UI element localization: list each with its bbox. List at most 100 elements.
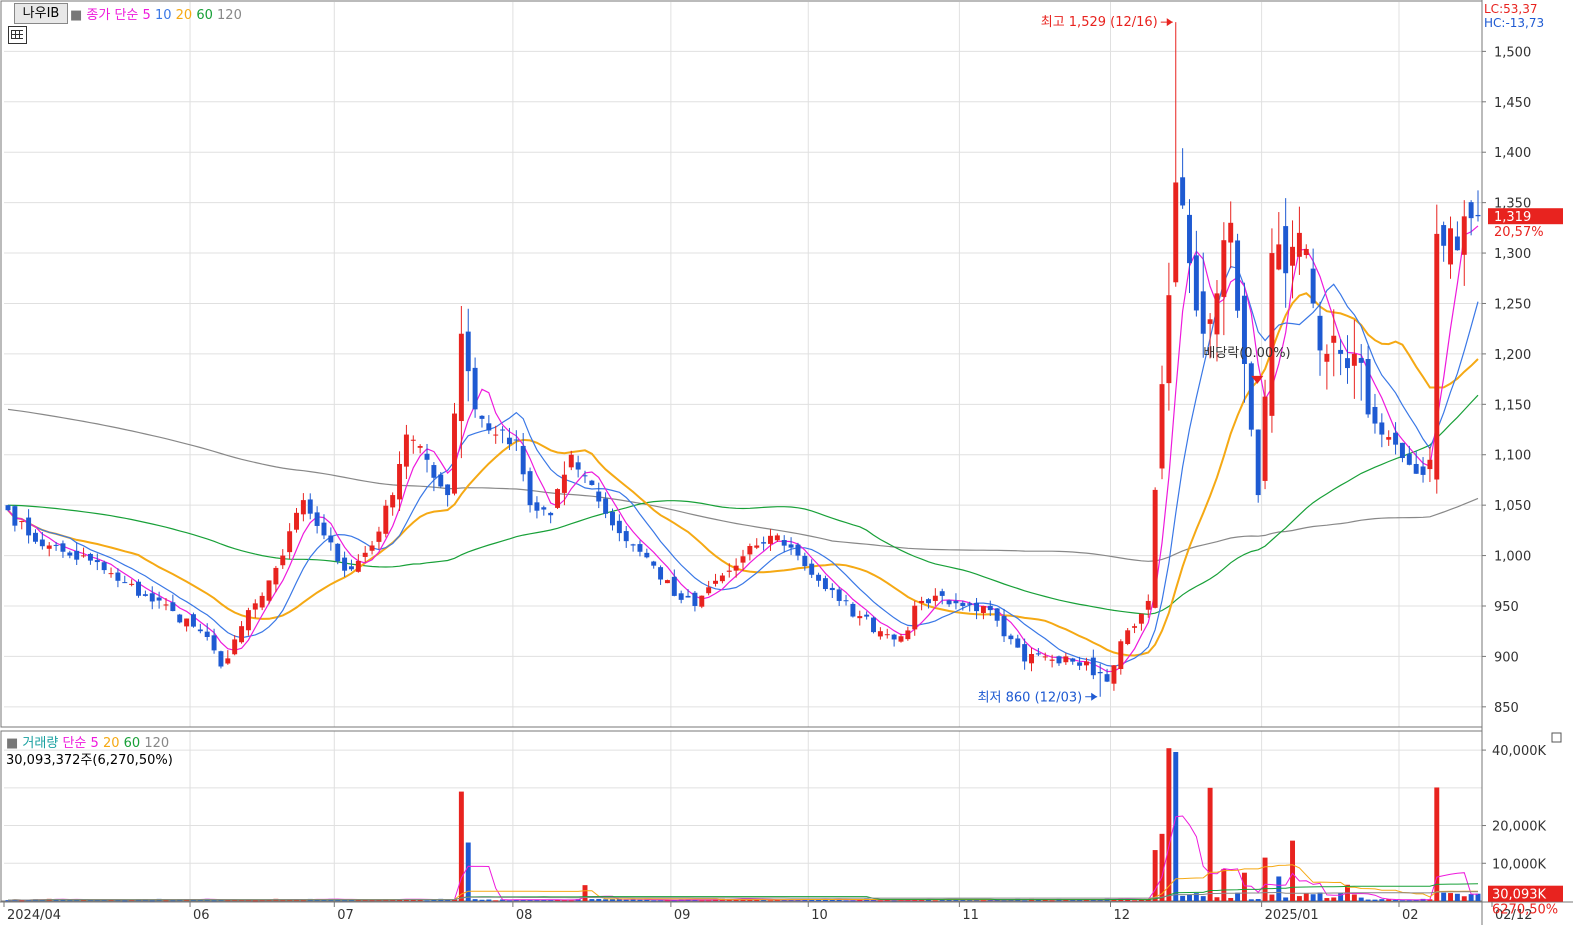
candle-body bbox=[506, 437, 512, 445]
candle-body bbox=[829, 587, 835, 591]
candle-body bbox=[1406, 453, 1412, 465]
volume-bar bbox=[211, 900, 217, 902]
candle-body bbox=[355, 560, 361, 572]
candle-body bbox=[527, 471, 533, 506]
candle-body bbox=[1283, 226, 1289, 274]
volume-bar bbox=[163, 900, 169, 902]
candle-body bbox=[383, 505, 389, 534]
candle-body bbox=[218, 651, 224, 667]
volume-bar bbox=[493, 900, 499, 902]
candle-body bbox=[60, 543, 66, 552]
volume-bar bbox=[1187, 894, 1192, 901]
candle-body bbox=[836, 589, 842, 601]
candle-body bbox=[362, 552, 368, 557]
candle-body bbox=[1070, 658, 1076, 662]
volume-bar bbox=[472, 899, 478, 901]
stock-name-button[interactable]: 나우IB bbox=[14, 3, 68, 24]
candle-body bbox=[768, 535, 773, 544]
candle-body bbox=[314, 512, 320, 526]
volume-bar bbox=[1296, 896, 1302, 901]
volume-bar bbox=[1132, 900, 1138, 902]
candle-body bbox=[1029, 654, 1034, 664]
candle-body bbox=[12, 506, 18, 526]
candle-body bbox=[582, 475, 588, 477]
candle-body bbox=[637, 544, 643, 552]
volume-bar bbox=[568, 900, 574, 902]
candle-body bbox=[974, 602, 980, 612]
last-volume-pct-label: 6270,50% bbox=[1492, 903, 1558, 918]
candle-body bbox=[424, 453, 430, 460]
candle-body bbox=[39, 539, 45, 547]
price-ma-label: 종가 단순 bbox=[86, 8, 139, 23]
volume-bar bbox=[1399, 900, 1405, 902]
candle-body bbox=[616, 520, 622, 534]
volume-bar bbox=[768, 900, 773, 902]
candle-body bbox=[163, 604, 169, 606]
candle-body bbox=[53, 544, 59, 546]
candle-body bbox=[575, 462, 581, 470]
volume-bar bbox=[980, 900, 986, 902]
candle-body bbox=[1379, 422, 1385, 435]
annotation-label: 최고 1,529 (12/16) bbox=[1041, 15, 1158, 30]
volume-bar bbox=[651, 900, 657, 902]
candle-body bbox=[1166, 295, 1172, 384]
x-tick-label: 12 bbox=[1114, 908, 1131, 923]
candle-body bbox=[1317, 315, 1323, 351]
price-tick-label: 900 bbox=[1494, 650, 1519, 665]
legend-ma60: 60 bbox=[196, 8, 213, 23]
volume-bar bbox=[1475, 893, 1481, 901]
candle-body bbox=[33, 532, 38, 542]
candle-body bbox=[1187, 214, 1192, 264]
candle-body bbox=[149, 593, 155, 602]
volume-bar bbox=[1317, 892, 1323, 901]
volume-bar bbox=[149, 900, 155, 902]
volume-bar bbox=[699, 900, 705, 902]
candle-body bbox=[472, 367, 478, 410]
volume-bar bbox=[1228, 897, 1234, 901]
candle-body bbox=[1427, 459, 1433, 470]
candle-body bbox=[1262, 396, 1268, 481]
candle-body bbox=[1180, 177, 1186, 206]
candle-body bbox=[1207, 319, 1213, 324]
candle-body bbox=[122, 582, 128, 584]
candle-body bbox=[719, 575, 725, 582]
candle-body bbox=[699, 595, 705, 607]
stock-chart[interactable]: 1,5001,4501,4001,3501,3001,2501,2001,150… bbox=[0, 0, 1573, 930]
candle-body bbox=[452, 413, 457, 494]
candle-body bbox=[273, 567, 279, 585]
price-tick-label: 950 bbox=[1494, 600, 1519, 615]
volume-bar bbox=[610, 899, 615, 901]
candle-body bbox=[1413, 463, 1419, 474]
candle-body bbox=[1255, 429, 1261, 496]
candle-body bbox=[541, 507, 547, 510]
candle-body bbox=[671, 576, 677, 596]
volume-bar bbox=[1310, 894, 1316, 901]
candle-body bbox=[26, 517, 32, 536]
candle-body bbox=[87, 553, 93, 561]
candle-body bbox=[1056, 656, 1062, 664]
candle-body bbox=[142, 594, 148, 596]
annotation-arrow-head bbox=[1166, 18, 1173, 27]
volume-bar bbox=[424, 900, 430, 902]
price-tick-label: 1,300 bbox=[1494, 247, 1531, 262]
candle-body bbox=[115, 572, 121, 581]
last-volume-label: 30,093K bbox=[1492, 888, 1546, 903]
candle-body bbox=[19, 521, 25, 523]
candle-body bbox=[774, 535, 780, 541]
candle-body bbox=[843, 600, 849, 602]
candle-body bbox=[1111, 665, 1117, 684]
x-tick-label: 2024/04 bbox=[7, 908, 61, 923]
candle-body bbox=[108, 573, 114, 575]
candle-body bbox=[1461, 216, 1467, 255]
candle-body bbox=[1276, 244, 1282, 270]
volume-bar bbox=[1441, 892, 1447, 901]
volume-bar bbox=[877, 900, 883, 902]
volume-bar bbox=[1379, 899, 1385, 901]
candle-body bbox=[692, 592, 698, 606]
grid-table-icon[interactable] bbox=[8, 26, 27, 44]
volume-tick-label: 20,000K bbox=[1492, 820, 1546, 835]
volume-bar bbox=[1152, 850, 1158, 901]
candle-body bbox=[747, 546, 753, 555]
price-tick-label: 1,050 bbox=[1494, 499, 1531, 514]
candle-body bbox=[1173, 182, 1179, 283]
